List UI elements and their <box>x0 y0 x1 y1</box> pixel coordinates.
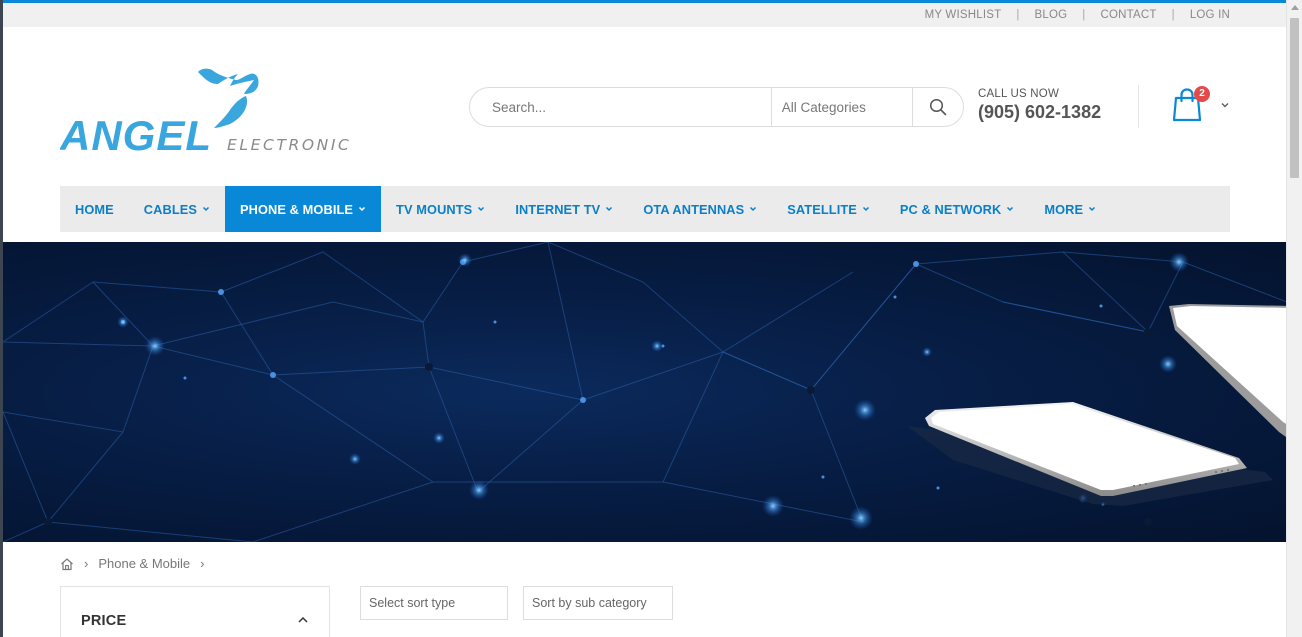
chevron-down-icon <box>1007 206 1014 212</box>
top-utility-bar: MY WISHLIST | BLOG | CONTACT | LOG IN <box>3 3 1286 27</box>
nav-item-label: TV MOUNTS <box>396 201 473 217</box>
nav-item-label: PHONE & MOBILE <box>240 201 354 217</box>
home-icon[interactable] <box>60 557 74 571</box>
price-filter-panel: PRICE <box>60 586 330 637</box>
site-logo[interactable]: ANGEL ELECTRONICS <box>59 66 362 159</box>
nav-item-label: SATELLITE <box>787 201 857 217</box>
chevron-right-icon: › <box>84 555 89 571</box>
logo-main-text: ANGEL <box>60 112 212 156</box>
chevron-right-icon: › <box>200 555 205 571</box>
network-nodes <box>121 259 1105 506</box>
contact-link[interactable]: CONTACT <box>1100 9 1156 21</box>
nav-item-phone-and-mobile[interactable]: PHONE & MOBILE <box>225 186 382 232</box>
nav-item-label: INTERNET TV <box>515 201 601 217</box>
chevron-down-icon[interactable] <box>1220 100 1230 110</box>
hero-banner <box>3 242 1287 542</box>
nav-item-pc-and-network[interactable]: PC & NETWORK <box>885 186 1029 232</box>
link-separator: | <box>1082 9 1086 21</box>
sort-type-select[interactable]: Select sort type <box>360 586 508 620</box>
scroll-up-arrow-icon[interactable] <box>1291 5 1299 10</box>
chevron-down-icon <box>862 206 869 212</box>
chevron-up-icon[interactable] <box>297 615 309 625</box>
link-separator: | <box>1171 9 1175 21</box>
call-us-block: CALL US NOW (905) 602-1382 <box>978 88 1101 123</box>
nav-item-satellite[interactable]: SATELLITE <box>772 186 885 232</box>
chevron-down-icon <box>478 206 485 212</box>
nav-item-tv-mounts[interactable]: TV MOUNTS <box>381 186 500 232</box>
phone-image-front <box>907 402 1273 506</box>
search-icon <box>930 98 947 116</box>
price-filter-title: PRICE <box>81 613 127 629</box>
sub-category-select[interactable]: Sort by sub category <box>523 586 673 620</box>
cart-count-badge: 2 <box>1194 86 1210 102</box>
chevron-down-icon <box>1089 206 1096 212</box>
login-link[interactable]: LOG IN <box>1190 9 1230 21</box>
nav-item-label: OTA ANTENNAS <box>643 201 745 217</box>
nav-item-label: MORE <box>1044 201 1084 217</box>
hero-network-graphic <box>3 242 1287 542</box>
angel-electronics-logo: ANGEL ELECTRONICS <box>59 68 362 159</box>
phone-number[interactable]: (905) 602-1382 <box>978 102 1101 123</box>
network-glows <box>117 252 1189 530</box>
nav-item-ota-antennas[interactable]: OTA ANTENNAS <box>628 186 772 232</box>
nav-item-home[interactable]: HOME <box>60 186 129 232</box>
search-input[interactable] <box>470 88 771 126</box>
cart-button[interactable]: 2 <box>1172 86 1210 122</box>
call-us-label: CALL US NOW <box>978 88 1060 100</box>
nav-item-label: PC & NETWORK <box>899 201 1002 217</box>
chevron-down-icon <box>359 206 366 212</box>
logo-sub-text: ELECTRONICS <box>227 136 352 154</box>
nav-item-internet-tv[interactable]: INTERNET TV <box>500 186 628 232</box>
category-select[interactable]: All Categories <box>770 88 914 126</box>
chevron-down-icon <box>750 206 757 212</box>
nav-item-label: HOME <box>75 201 114 217</box>
page-scrollbar[interactable] <box>1286 0 1302 637</box>
nav-item-cables[interactable]: CABLES <box>129 186 225 232</box>
blog-link[interactable]: BLOG <box>1035 9 1068 21</box>
top-links: MY WISHLIST | BLOG | CONTACT | LOG IN <box>925 3 1230 27</box>
link-separator: | <box>1016 9 1020 21</box>
breadcrumb-current[interactable]: Phone & Mobile <box>98 556 190 571</box>
nav-item-label: CABLES <box>143 201 198 217</box>
scrollbar-thumb[interactable] <box>1290 18 1299 178</box>
search-bar: All Categories <box>469 87 964 127</box>
chevron-down-icon <box>606 206 613 212</box>
wishlist-link[interactable]: MY WISHLIST <box>925 9 1002 21</box>
phone-image-back <box>1169 304 1287 438</box>
breadcrumb: › Phone & Mobile › <box>60 555 214 571</box>
nav-item-more[interactable]: MORE <box>1029 186 1111 232</box>
main-navigation: HOME CABLES PHONE & MOBILE TV MOUNTS INTERNE… <box>60 186 1230 232</box>
header-divider <box>1138 85 1139 128</box>
chevron-down-icon <box>202 206 210 212</box>
search-button[interactable] <box>913 88 963 126</box>
